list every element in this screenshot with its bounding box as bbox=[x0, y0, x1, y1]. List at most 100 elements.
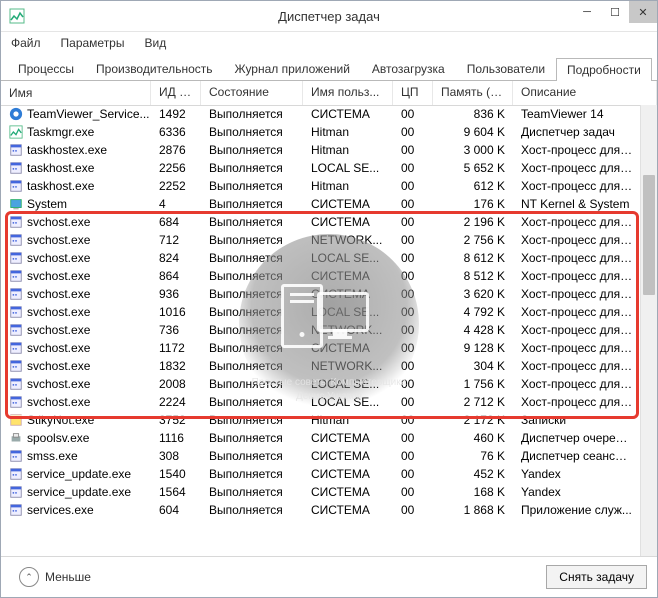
process-memory: 2 756 K bbox=[433, 233, 513, 247]
process-cpu: 00 bbox=[393, 503, 433, 517]
process-icon bbox=[9, 269, 23, 283]
process-description: Записки bbox=[513, 413, 641, 427]
menu-options[interactable]: Параметры bbox=[57, 34, 129, 52]
close-button[interactable]: ✕ bbox=[629, 1, 657, 23]
table-row[interactable]: svchost.exe736ВыполняетсяNETWORK...004 4… bbox=[1, 321, 641, 339]
process-pid: 1832 bbox=[151, 359, 201, 373]
process-description: Хост-процесс для с... bbox=[513, 359, 641, 373]
process-name: svchost.exe bbox=[27, 359, 90, 373]
process-description: Хост-процесс для с... bbox=[513, 377, 641, 391]
tab-0[interactable]: Процессы bbox=[7, 57, 85, 80]
col-description[interactable]: Описание bbox=[513, 81, 657, 105]
process-state: Выполняется bbox=[201, 107, 303, 121]
process-icon bbox=[9, 125, 23, 139]
process-memory: 452 K bbox=[433, 467, 513, 481]
vertical-scrollbar[interactable] bbox=[640, 105, 657, 556]
table-row[interactable]: smss.exe308ВыполняетсяСИСТЕМА0076 KДиспе… bbox=[1, 447, 641, 465]
menubar: Файл Параметры Вид bbox=[1, 32, 657, 54]
process-cpu: 00 bbox=[393, 233, 433, 247]
process-state: Выполняется bbox=[201, 305, 303, 319]
process-icon bbox=[9, 251, 23, 265]
table-row[interactable]: svchost.exe1016ВыполняетсяLOCAL SE...004… bbox=[1, 303, 641, 321]
tab-2[interactable]: Журнал приложений bbox=[224, 57, 361, 80]
table-row[interactable]: svchost.exe2008ВыполняетсяLOCAL SE...001… bbox=[1, 375, 641, 393]
process-grid: Имя ИД п... Состояние Имя польз... ЦП Па… bbox=[1, 81, 657, 556]
tab-4[interactable]: Пользователи bbox=[456, 57, 556, 80]
table-row[interactable]: svchost.exe824ВыполняетсяLOCAL SE...008 … bbox=[1, 249, 641, 267]
col-user[interactable]: Имя польз... bbox=[303, 81, 393, 105]
process-icon bbox=[9, 287, 23, 301]
process-memory: 9 604 K bbox=[433, 125, 513, 139]
table-row[interactable]: spoolsv.exe1116ВыполняетсяСИСТЕМА00460 K… bbox=[1, 429, 641, 447]
table-row[interactable]: svchost.exe684ВыполняетсяСИСТЕМА002 196 … bbox=[1, 213, 641, 231]
table-row[interactable]: taskhost.exe2256ВыполняетсяLOCAL SE...00… bbox=[1, 159, 641, 177]
process-pid: 2252 bbox=[151, 179, 201, 193]
tab-6[interactable]: С... bbox=[652, 57, 658, 80]
table-row[interactable]: StikyNot.exe3752ВыполняетсяHitman002 172… bbox=[1, 411, 641, 429]
table-row[interactable]: svchost.exe2224ВыполняетсяLOCAL SE...002… bbox=[1, 393, 641, 411]
table-row[interactable]: svchost.exe712ВыполняетсяNETWORK...002 7… bbox=[1, 231, 641, 249]
col-memory[interactable]: Память (ч... bbox=[433, 81, 513, 105]
col-name[interactable]: Имя bbox=[1, 81, 151, 105]
process-cpu: 00 bbox=[393, 359, 433, 373]
menu-file[interactable]: Файл bbox=[7, 34, 45, 52]
titlebar[interactable]: Диспетчер задач ─ ☐ ✕ bbox=[1, 1, 657, 32]
process-name: svchost.exe bbox=[27, 215, 90, 229]
process-description: NT Kernel & System bbox=[513, 197, 641, 211]
col-pid[interactable]: ИД п... bbox=[151, 81, 201, 105]
process-pid: 824 bbox=[151, 251, 201, 265]
table-row[interactable]: taskhostex.exe2876ВыполняетсяHitman003 0… bbox=[1, 141, 641, 159]
process-icon bbox=[9, 413, 23, 427]
fewer-details-button[interactable]: ⌃ Меньше bbox=[11, 563, 99, 591]
process-user: СИСТЕМА bbox=[303, 485, 393, 499]
table-row[interactable]: TeamViewer_Service...1492ВыполняетсяСИСТ… bbox=[1, 105, 641, 123]
process-memory: 5 652 K bbox=[433, 161, 513, 175]
table-row[interactable]: svchost.exe936ВыполняетсяСИСТЕМА003 620 … bbox=[1, 285, 641, 303]
table-row[interactable]: services.exe604ВыполняетсяСИСТЕМА001 868… bbox=[1, 501, 641, 519]
process-memory: 304 K bbox=[433, 359, 513, 373]
process-pid: 2876 bbox=[151, 143, 201, 157]
process-user: LOCAL SE... bbox=[303, 161, 393, 175]
process-pid: 1492 bbox=[151, 107, 201, 121]
process-name: svchost.exe bbox=[27, 233, 90, 247]
table-row[interactable]: System4ВыполняетсяСИСТЕМА00176 KNT Kerne… bbox=[1, 195, 641, 213]
process-cpu: 00 bbox=[393, 395, 433, 409]
process-pid: 1172 bbox=[151, 341, 201, 355]
process-state: Выполняется bbox=[201, 179, 303, 193]
tab-5[interactable]: Подробности bbox=[556, 58, 652, 81]
table-row[interactable]: svchost.exe1172ВыполняетсяСИСТЕМА009 128… bbox=[1, 339, 641, 357]
grid-body[interactable]: TeamViewer_Service...1492ВыполняетсяСИСТ… bbox=[1, 105, 641, 556]
col-state[interactable]: Состояние bbox=[201, 81, 303, 105]
tab-1[interactable]: Производительность bbox=[85, 57, 223, 80]
col-cpu[interactable]: ЦП bbox=[393, 81, 433, 105]
process-pid: 712 bbox=[151, 233, 201, 247]
process-user: СИСТЕМА bbox=[303, 341, 393, 355]
table-row[interactable]: service_update.exe1540ВыполняетсяСИСТЕМА… bbox=[1, 465, 641, 483]
process-state: Выполняется bbox=[201, 467, 303, 481]
table-row[interactable]: svchost.exe1832ВыполняетсяNETWORK...0030… bbox=[1, 357, 641, 375]
process-cpu: 00 bbox=[393, 161, 433, 175]
scroll-thumb[interactable] bbox=[643, 175, 655, 295]
maximize-button[interactable]: ☐ bbox=[601, 1, 629, 23]
table-row[interactable]: service_update.exe1564ВыполняетсяСИСТЕМА… bbox=[1, 483, 641, 501]
menu-view[interactable]: Вид bbox=[140, 34, 170, 52]
minimize-button[interactable]: ─ bbox=[573, 1, 601, 23]
process-name: svchost.exe bbox=[27, 287, 90, 301]
process-icon bbox=[9, 485, 23, 499]
process-description: Yandex bbox=[513, 467, 641, 481]
process-cpu: 00 bbox=[393, 287, 433, 301]
process-memory: 3 620 K bbox=[433, 287, 513, 301]
process-pid: 1540 bbox=[151, 467, 201, 481]
table-row[interactable]: svchost.exe864ВыполняетсяСИСТЕМА008 512 … bbox=[1, 267, 641, 285]
tab-3[interactable]: Автозагрузка bbox=[361, 57, 456, 80]
process-icon bbox=[9, 341, 23, 355]
process-user: LOCAL SE... bbox=[303, 395, 393, 409]
process-memory: 8 612 K bbox=[433, 251, 513, 265]
process-user: Hitman bbox=[303, 413, 393, 427]
table-row[interactable]: Taskmgr.exe6336ВыполняетсяHitman009 604 … bbox=[1, 123, 641, 141]
end-task-button[interactable]: Снять задачу bbox=[546, 565, 647, 589]
table-row[interactable]: taskhost.exe2252ВыполняетсяHitman00612 K… bbox=[1, 177, 641, 195]
process-name: service_update.exe bbox=[27, 485, 131, 499]
grid-header[interactable]: Имя ИД п... Состояние Имя польз... ЦП Па… bbox=[1, 81, 657, 106]
process-cpu: 00 bbox=[393, 449, 433, 463]
